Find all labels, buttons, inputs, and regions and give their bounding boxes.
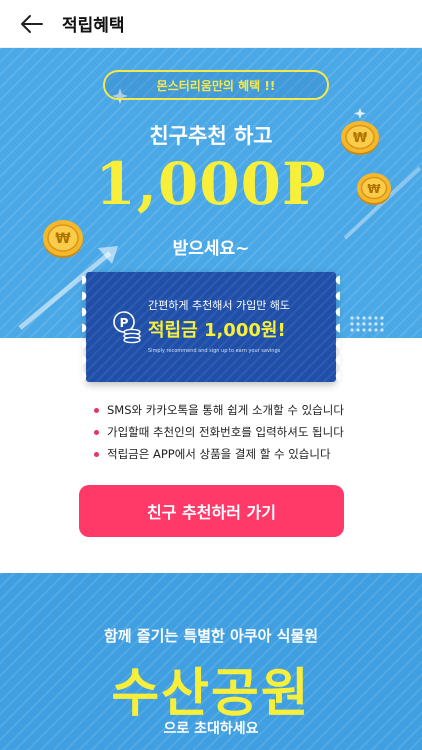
promo2-subcaption: 으로 초대하세요 [163, 721, 259, 737]
svg-text:₩: ₩ [55, 231, 71, 247]
ticket-reward-amount: 적립금 1,000원! [148, 320, 286, 341]
page-title: 적립혜택 [62, 16, 125, 36]
list-item: SMS와 카카오톡을 통해 쉽게 소개할 수 있습니다 [94, 399, 414, 421]
promo2-title: 수산공원 [111, 664, 311, 724]
benefit-list: SMS와 카카오톡을 통해 쉽게 소개할 수 있습니다 가입할때 추천인의 전화… [94, 399, 414, 465]
list-item: 적립금은 APP에서 상품을 결제 할 수 있습니다 [94, 443, 414, 465]
ticket-notch [82, 272, 90, 382]
ticket-caption: 간편하게 추천해서 가입만 해도 [148, 299, 291, 312]
app-header: 적립혜택 [0, 0, 422, 48]
point-coins-icon: P [113, 311, 141, 344]
reward-ticket: P 간편하게 추천해서 가입만 해도 적립금 1,000원! Simply re… [82, 272, 340, 382]
arrow-left-icon [21, 14, 43, 33]
svg-text:₩: ₩ [353, 131, 368, 146]
svg-text:₩: ₩ [367, 182, 381, 196]
list-item: 가입할때 추천인의 전화번호를 입력하셔도 됩니다 [94, 421, 414, 443]
list-item-text: 적립금은 APP에서 상품을 결제 할 수 있습니다 [107, 447, 331, 461]
list-item-text: 가입할때 추천인의 전화번호를 입력하셔도 됩니다 [107, 425, 344, 439]
promo2-caption: 함께 즐기는 특별한 아쿠아 식물원 [103, 627, 319, 645]
bullet-dot-icon [94, 451, 99, 457]
won-coin-icon: ₩ [43, 220, 83, 258]
promo-badge: 몬스터리움만의 혜택 !! [103, 70, 329, 100]
ticket-notch [332, 272, 340, 382]
won-coin-icon: ₩ [357, 173, 391, 205]
list-item-text: SMS와 카카오톡을 통해 쉽게 소개할 수 있습니다 [107, 403, 344, 417]
svg-text:P: P [120, 316, 129, 330]
recommend-friend-button[interactable]: 친구 추천하러 가기 [79, 485, 344, 537]
ticket-subcaption: Simply recommend and sign up to earn you… [148, 348, 281, 354]
aqua-garden-banner: 함께 즐기는 특별한 아쿠아 식물원 수산공원 으로 초대하세요 [0, 573, 422, 750]
won-coin-icon: ₩ [341, 121, 379, 155]
bullet-dot-icon [94, 407, 99, 413]
bullet-dot-icon [94, 429, 99, 435]
back-button[interactable] [8, 0, 56, 48]
